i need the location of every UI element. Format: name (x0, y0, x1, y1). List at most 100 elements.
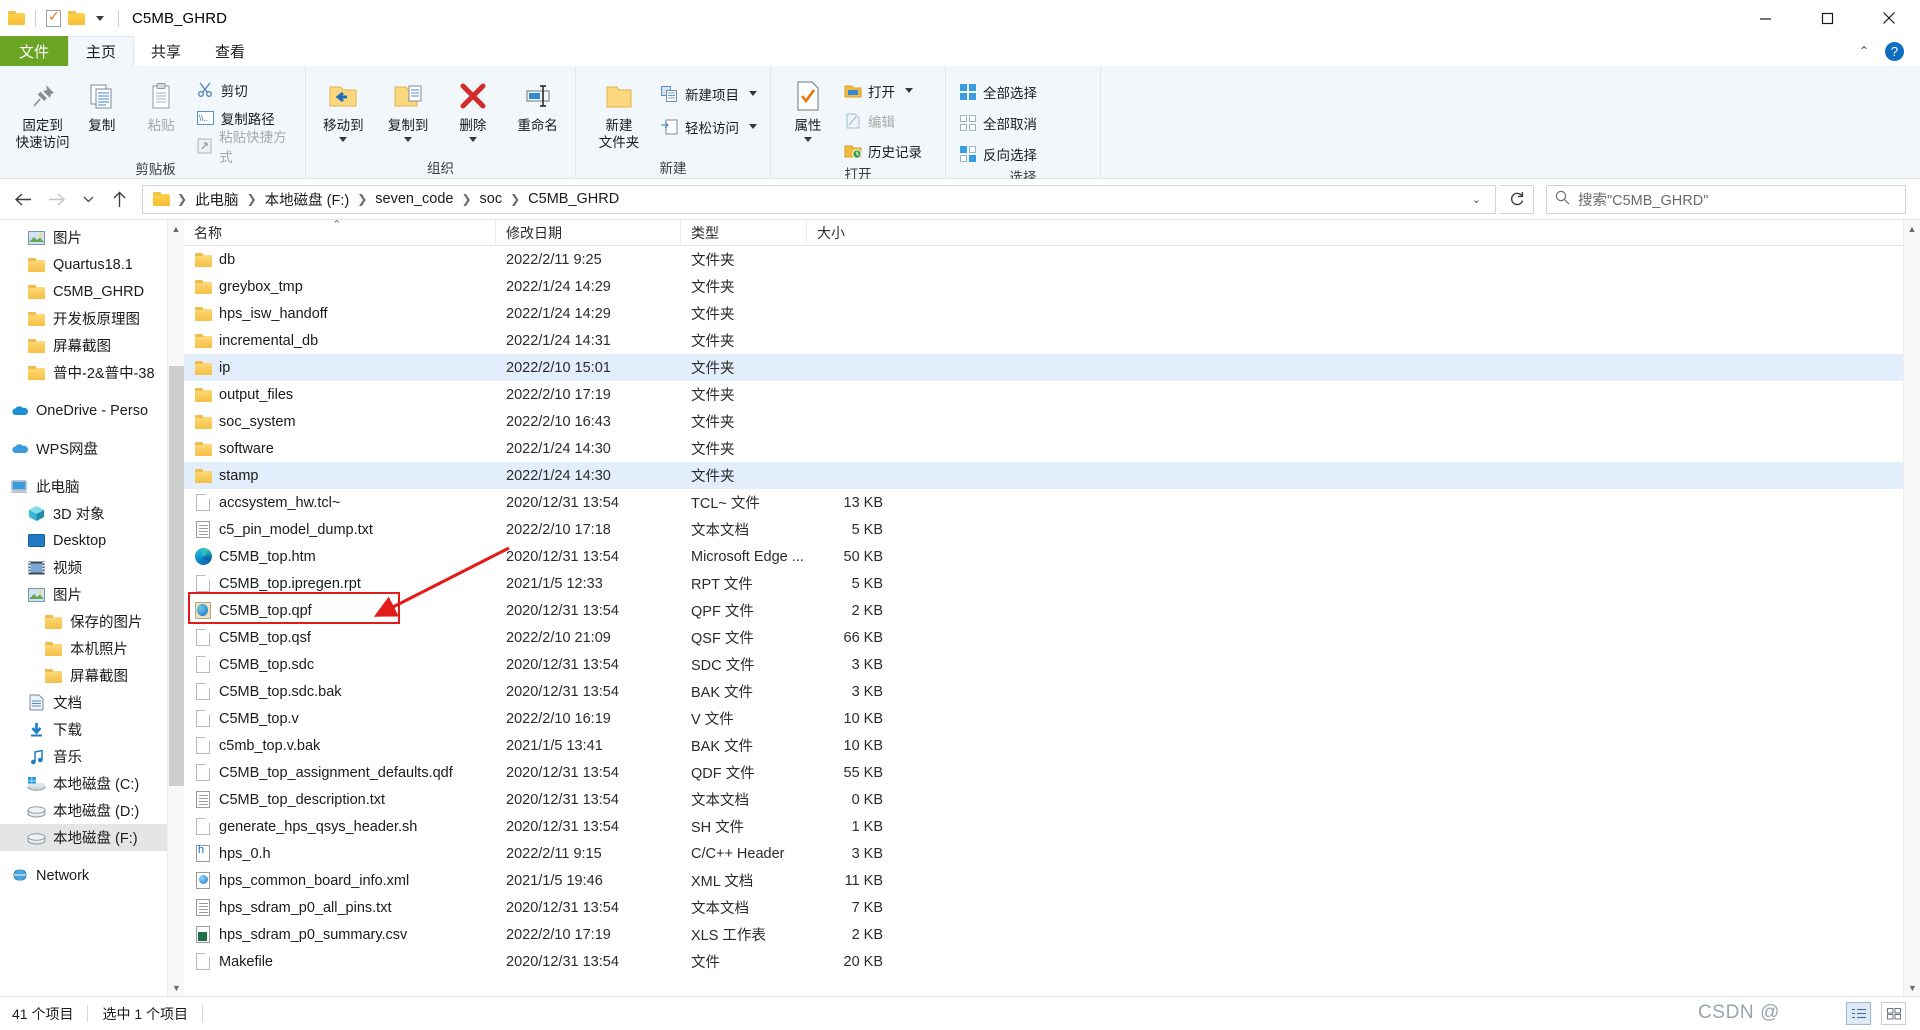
back-button[interactable] (8, 184, 38, 214)
scroll-up-icon[interactable]: ▲ (1904, 220, 1920, 237)
new-item-button[interactable]: 新建项目 (656, 81, 761, 106)
tab-home[interactable]: 主页 (68, 36, 135, 66)
table-row[interactable]: c5_pin_model_dump.txt 2022/2/10 17:18 文本文档… (184, 516, 1920, 543)
sidebar-item-quartus18-1[interactable]: Quartus18.1 (0, 251, 184, 278)
help-icon[interactable]: ? (1885, 41, 1904, 61)
minimize-button[interactable] (1734, 0, 1796, 36)
tab-view[interactable]: 查看 (198, 36, 262, 66)
edit-button[interactable]: 编辑 (839, 108, 926, 133)
sidebar-item-[interactable]: 图片 (0, 581, 184, 608)
table-row[interactable]: software 2022/1/24 14:30 文件夹 (184, 435, 1920, 462)
sidebar-item-[interactable]: 本机照片 (0, 635, 184, 662)
table-row[interactable]: C5MB_top.v 2022/2/10 16:19 V 文件 10 KB (184, 705, 1920, 732)
sidebar-item-c5mb-ghrd[interactable]: C5MB_GHRD (0, 278, 184, 305)
file-name-cell[interactable]: db (184, 250, 496, 269)
tab-file[interactable]: 文件 (0, 36, 68, 66)
file-name-cell[interactable]: C5MB_top.v (184, 709, 496, 728)
file-name-cell[interactable]: hps_common_board_info.xml (184, 871, 496, 890)
file-name-cell[interactable]: hps_sdram_p0_summary.csv (184, 925, 496, 944)
table-row[interactable]: accsystem_hw.tcl~ 2020/12/31 13:54 TCL~ 文件… (184, 489, 1920, 516)
copy-button[interactable]: 复制 (73, 73, 130, 135)
history-button[interactable]: 历史记录 (839, 138, 926, 163)
scroll-up-icon[interactable]: ▲ (168, 220, 184, 237)
table-row[interactable]: generate_hps_qsys_header.sh 2020/12/31 13… (184, 813, 1920, 840)
file-list-scrollbar[interactable]: ▲ ▼ (1903, 220, 1920, 996)
table-row[interactable]: C5MB_top_description.txt 2020/12/31 13:54… (184, 786, 1920, 813)
pin-to-quick-access-button[interactable]: 固定到 快速访问 (14, 73, 71, 152)
table-row[interactable]: c5mb_top.v.bak 2021/1/5 13:41 BAK 文件 10 KB (184, 732, 1920, 759)
file-name-cell[interactable]: stamp (184, 466, 496, 485)
breadcrumb-item-3[interactable]: soc (475, 191, 508, 207)
file-name-cell[interactable]: Makefile (184, 952, 496, 971)
table-row[interactable]: hps_isw_handoff 2022/1/24 14:29 文件夹 (184, 300, 1920, 327)
file-name-cell[interactable]: C5MB_top.qsf (184, 628, 496, 647)
column-header-date[interactable]: 修改日期 (496, 220, 681, 246)
refresh-button[interactable] (1500, 184, 1534, 214)
file-name-cell[interactable]: C5MB_top.sdc (184, 655, 496, 674)
sidebar-item-c[interactable]: 本地磁盘 (C:) (0, 770, 184, 797)
column-header-size[interactable]: 大小 (807, 220, 897, 246)
scroll-down-icon[interactable]: ▼ (1904, 979, 1920, 996)
breadcrumb-item-2[interactable]: seven_code (370, 191, 458, 207)
tiles-view-button[interactable] (1881, 1002, 1906, 1025)
file-name-cell[interactable]: ip (184, 358, 496, 377)
sidebar-item-[interactable]: 音乐 (0, 743, 184, 770)
sidebar-item-[interactable]: 开发板原理图 (0, 305, 184, 332)
table-row[interactable]: C5MB_top.sdc.bak 2020/12/31 13:54 BAK 文件 3 … (184, 678, 1920, 705)
sidebar-item-[interactable]: 屏幕截图 (0, 662, 184, 689)
table-row[interactable]: C5MB_top.sdc 2020/12/31 13:54 SDC 文件 3 KB (184, 651, 1920, 678)
navigation-scrollbar[interactable]: ▲ ▼ (167, 220, 184, 996)
file-name-cell[interactable]: C5MB_top.qpf (184, 601, 496, 620)
sidebar-item-[interactable]: 文档 (0, 689, 184, 716)
file-name-cell[interactable]: hps_isw_handoff (184, 304, 496, 323)
chevron-down-icon[interactable] (339, 136, 348, 142)
table-row[interactable]: C5MB_top_assignment_defaults.qdf 2020/12/… (184, 759, 1920, 786)
table-row[interactable]: ip 2022/2/10 15:01 文件夹 (184, 354, 1920, 381)
chevron-down-icon[interactable] (468, 136, 477, 142)
tab-share[interactable]: 共享 (134, 36, 198, 66)
file-name-cell[interactable]: output_files (184, 385, 496, 404)
chevron-down-icon[interactable] (404, 136, 413, 142)
file-name-cell[interactable]: accsystem_hw.tcl~ (184, 493, 496, 512)
sidebar-item-desktop[interactable]: Desktop (0, 527, 184, 554)
rename-button[interactable]: 重命名 (508, 73, 567, 135)
file-name-cell[interactable]: hps_0.h (184, 844, 496, 863)
up-button[interactable] (104, 184, 134, 214)
open-button[interactable]: 打开 (839, 78, 926, 103)
sidebar-item-wps[interactable]: WPS网盘 (0, 435, 184, 462)
file-name-cell[interactable]: software (184, 439, 496, 458)
new-folder-button[interactable]: 新建 文件夹 (584, 73, 654, 152)
scrollbar-thumb[interactable] (169, 366, 184, 786)
cut-button[interactable]: 剪切 (192, 77, 297, 102)
invert-selection-button[interactable]: 反向选择 (954, 141, 1041, 166)
table-row[interactable]: greybox_tmp 2022/1/24 14:29 文件夹 (184, 273, 1920, 300)
table-row[interactable]: output_files 2022/2/10 17:19 文件夹 (184, 381, 1920, 408)
collapse-ribbon-icon[interactable]: ⌃ (1859, 44, 1869, 58)
chevron-down-icon[interactable] (749, 91, 757, 96)
forward-button[interactable] (42, 184, 72, 214)
file-name-cell[interactable]: soc_system (184, 412, 496, 431)
details-view-button[interactable] (1846, 1002, 1871, 1025)
breadcrumb-item-4[interactable]: C5MB_GHRD (523, 191, 624, 207)
file-name-cell[interactable]: C5MB_top_description.txt (184, 790, 496, 809)
file-name-cell[interactable]: C5MB_top.sdc.bak (184, 682, 496, 701)
sidebar-item-[interactable]: 保存的图片 (0, 608, 184, 635)
breadcrumb-item-0[interactable]: 此电脑 (190, 189, 244, 210)
file-name-cell[interactable]: c5_pin_model_dump.txt (184, 520, 496, 539)
file-name-cell[interactable]: hps_sdram_p0_all_pins.txt (184, 898, 496, 917)
table-row[interactable]: C5MB_top.qsf 2022/2/10 21:09 QSF 文件 66 KB (184, 624, 1920, 651)
chevron-down-icon[interactable]: ⌄ (1464, 193, 1489, 206)
chevron-down-icon[interactable] (96, 15, 104, 21)
delete-button[interactable]: 删除 (444, 73, 503, 142)
sidebar-item-[interactable]: 此电脑 (0, 473, 184, 500)
file-name-cell[interactable]: greybox_tmp (184, 277, 496, 296)
sidebar-item-network[interactable]: Network (0, 862, 184, 889)
table-row[interactable]: Makefile 2020/12/31 13:54 文件 20 KB (184, 948, 1920, 975)
copy-to-button[interactable]: 复制到 (379, 73, 438, 142)
scroll-down-icon[interactable]: ▼ (168, 979, 184, 996)
paste-shortcut-button[interactable]: 粘贴快捷方式 (192, 130, 297, 165)
sidebar-item-onedrive-perso[interactable]: OneDrive - Perso (0, 397, 184, 424)
close-button[interactable] (1858, 0, 1920, 36)
recent-locations-button[interactable] (76, 184, 100, 214)
file-name-cell[interactable]: generate_hps_qsys_header.sh (184, 817, 496, 836)
